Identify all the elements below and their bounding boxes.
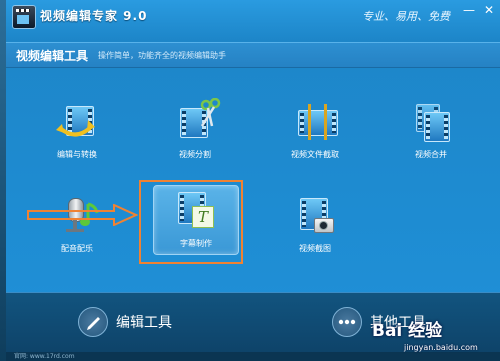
section-header: 视频编辑工具 操作简单，功能齐全的视频编辑助手 <box>6 42 500 68</box>
tool-video-clip[interactable]: 视频文件截取 <box>270 94 360 170</box>
highlight-box <box>139 180 243 264</box>
tool-video-merge[interactable]: 视频合并 <box>386 94 476 170</box>
app-logo-icon <box>12 5 36 29</box>
app-window: 视频编辑专家 9.0 专业、易用、免费 — ✕ 视频编辑工具 操作简单，功能齐全… <box>6 0 500 361</box>
tool-label: 编辑与转换 <box>57 150 97 159</box>
tool-dub-music[interactable]: 配音配乐 <box>32 188 122 264</box>
tool-video-screenshot[interactable]: 视频截图 <box>270 188 360 264</box>
film-camera-icon <box>298 196 334 233</box>
status-bar: 官网: www.17rd.com <box>6 352 500 361</box>
title-bar: 视频编辑专家 9.0 专业、易用、免费 — ✕ <box>6 0 500 42</box>
tool-label: 视频合并 <box>415 150 447 159</box>
watermark-url: jingyan.baidu.com <box>404 343 478 352</box>
minimize-button[interactable]: — <box>462 3 476 17</box>
film-scissors-icon <box>178 98 221 138</box>
watermark-brand: Bai 经验 <box>372 321 443 341</box>
film-merge-icon <box>414 102 450 142</box>
tool-label: 视频截图 <box>299 244 331 253</box>
pencil-icon <box>78 307 108 337</box>
film-arrows-icon <box>56 102 96 138</box>
app-slogan: 专业、易用、免费 <box>362 10 450 23</box>
tool-label: 视频文件截取 <box>291 150 339 159</box>
close-button[interactable]: ✕ <box>482 3 496 17</box>
section-title: 视频编辑工具 <box>16 49 89 63</box>
tool-label: 配音配乐 <box>61 244 93 253</box>
pointer-arrow-icon <box>27 204 138 226</box>
more-dots-icon <box>332 307 362 337</box>
tool-edit-convert[interactable]: 编辑与转换 <box>32 94 122 170</box>
tool-label: 视频分割 <box>179 150 211 159</box>
tab-edit-tools[interactable]: 编辑工具 <box>6 293 252 353</box>
tab-label: 编辑工具 <box>116 315 172 331</box>
window-title: 视频编辑专家 9.0 <box>40 9 148 23</box>
film-clip-icon <box>298 102 338 140</box>
tool-video-split[interactable]: 视频分割 <box>150 94 240 170</box>
section-subtitle: 操作简单，功能齐全的视频编辑助手 <box>98 51 226 60</box>
